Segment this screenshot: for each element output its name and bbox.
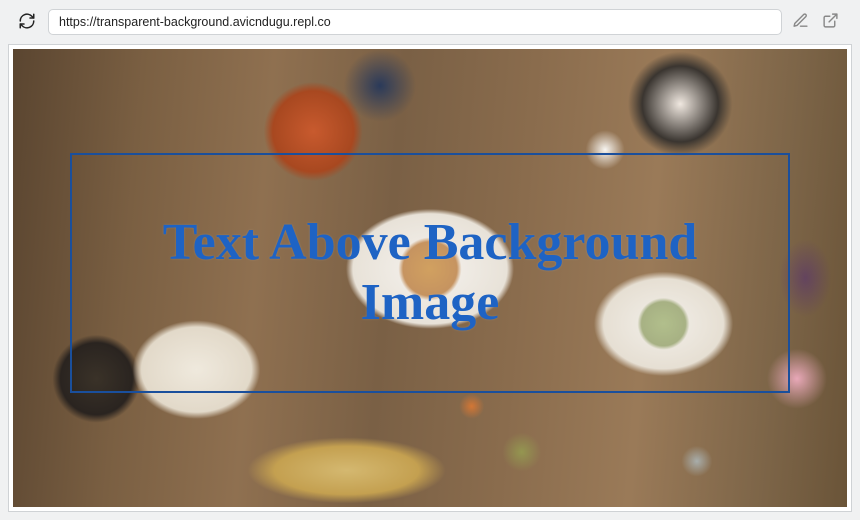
browser-toolbar (0, 0, 860, 44)
url-input[interactable] (48, 9, 782, 35)
hero-background-image: Text Above Background Image (13, 49, 847, 507)
pencil-icon[interactable] (792, 12, 812, 32)
overlay-heading: Text Above Background Image (102, 213, 758, 333)
overlay-frame: Text Above Background Image (70, 153, 790, 393)
page-viewport: Text Above Background Image (8, 44, 852, 512)
open-external-icon[interactable] (822, 12, 842, 32)
refresh-icon[interactable] (18, 12, 38, 32)
